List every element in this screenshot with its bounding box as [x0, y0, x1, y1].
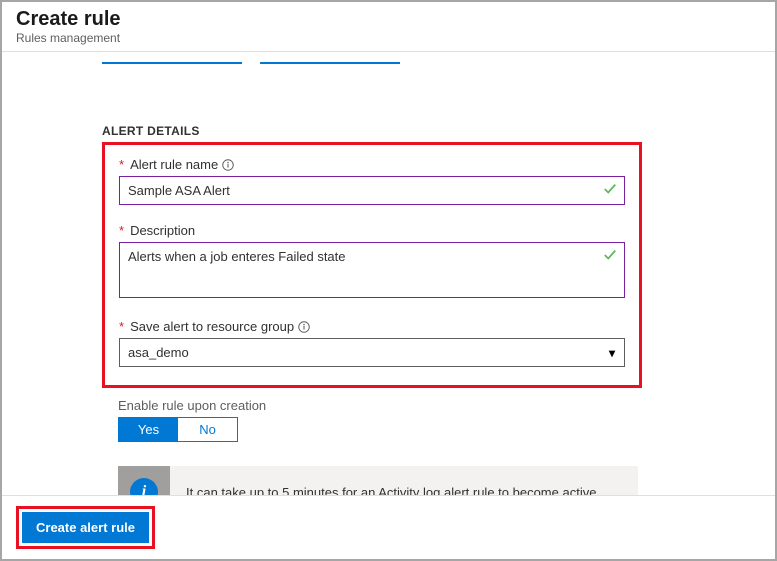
tab-underline	[260, 60, 400, 64]
tab-underline	[102, 60, 242, 64]
info-icon[interactable]	[222, 159, 234, 171]
required-asterisk: *	[119, 157, 124, 172]
label-text: Description	[130, 223, 195, 238]
create-button-highlight: Create alert rule	[16, 506, 155, 549]
label-description: * Description	[119, 223, 625, 238]
field-alert-rule-name: * Alert rule name	[119, 157, 625, 205]
label-text: Alert rule name	[130, 157, 218, 172]
main-content: ALERT DETAILS * Alert rule name	[2, 64, 775, 518]
create-alert-rule-button[interactable]: Create alert rule	[22, 512, 149, 543]
label-resource-group: * Save alert to resource group	[119, 319, 625, 334]
enable-rule-block: Enable rule upon creation Yes No	[118, 398, 765, 442]
enable-no-button[interactable]: No	[178, 418, 237, 441]
label-text: Save alert to resource group	[130, 319, 294, 334]
page-title: Create rule	[16, 8, 761, 31]
valid-check-icon	[603, 248, 617, 265]
create-rule-pane: Create rule Rules management ALERT DETAI…	[0, 0, 777, 561]
resource-group-select[interactable]: asa_demo	[119, 338, 625, 367]
field-description: * Description Alerts when a job enteres …	[119, 223, 625, 301]
enable-rule-toggle: Yes No	[118, 417, 238, 442]
pane-header: Create rule Rules management	[2, 2, 775, 52]
enable-yes-button[interactable]: Yes	[119, 418, 178, 441]
page-subtitle: Rules management	[16, 31, 761, 45]
section-title-alert-details: ALERT DETAILS	[102, 124, 765, 138]
valid-check-icon	[603, 182, 617, 199]
description-input[interactable]: Alerts when a job enteres Failed state	[119, 242, 625, 298]
label-alert-rule-name: * Alert rule name	[119, 157, 625, 172]
alert-details-highlight: * Alert rule name * Description	[102, 142, 642, 388]
required-asterisk: *	[119, 319, 124, 334]
info-icon[interactable]	[298, 321, 310, 333]
pane-footer: Create alert rule	[2, 495, 775, 559]
enable-rule-label: Enable rule upon creation	[118, 398, 765, 413]
field-resource-group: * Save alert to resource group asa_demo …	[119, 319, 625, 367]
alert-rule-name-input[interactable]	[119, 176, 625, 205]
required-asterisk: *	[119, 223, 124, 238]
